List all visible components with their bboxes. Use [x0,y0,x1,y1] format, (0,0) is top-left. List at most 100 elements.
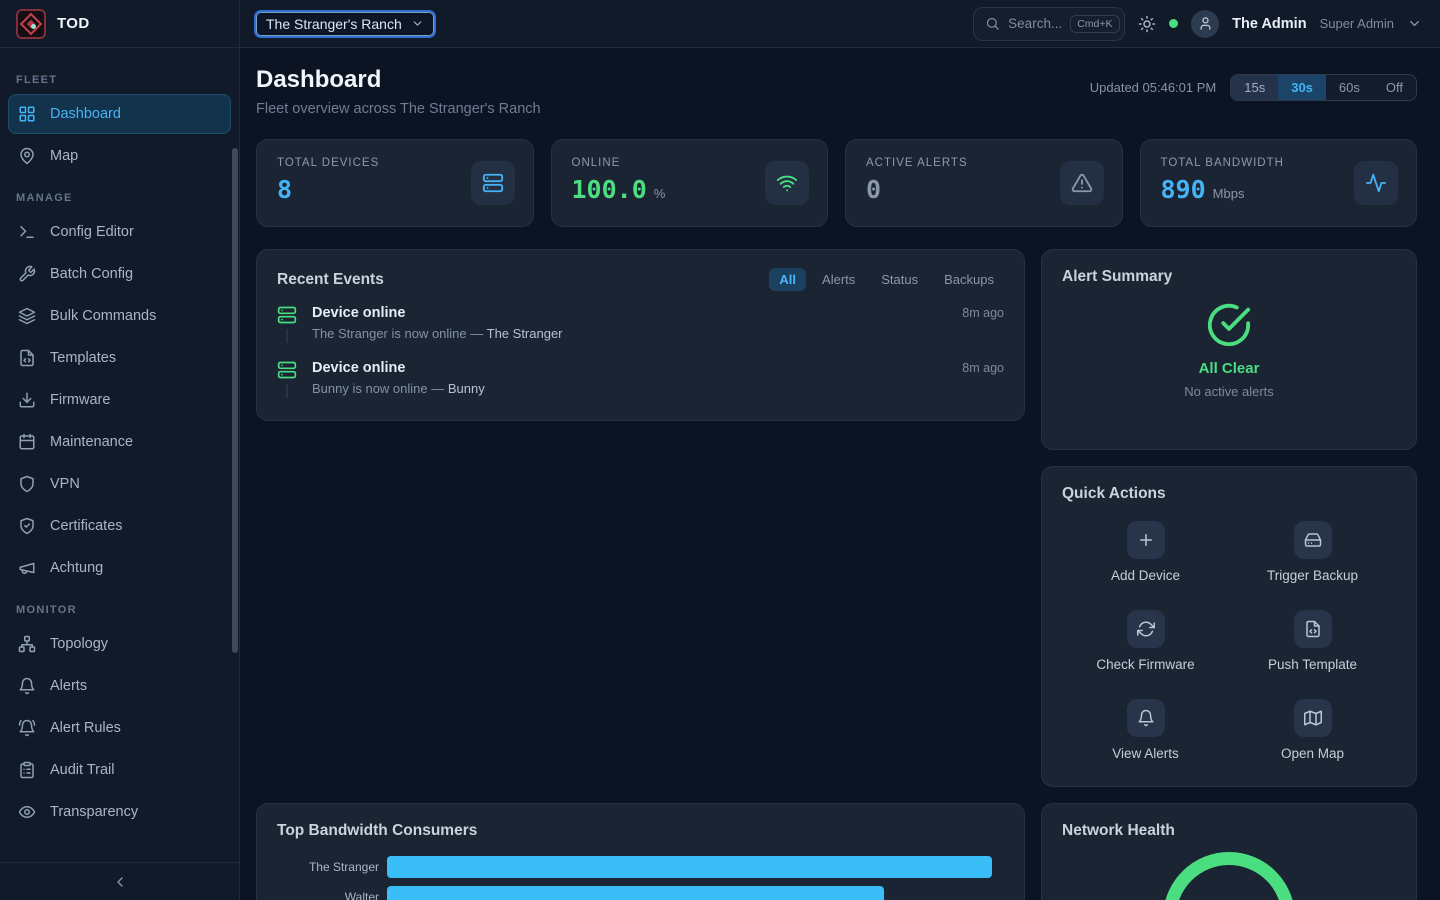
user-menu-chevron-icon[interactable] [1407,16,1422,31]
sidebar-item-transparency[interactable]: Transparency [8,792,231,832]
refresh-option-60s[interactable]: 60s [1326,75,1373,100]
sidebar-item-vpn[interactable]: VPN [8,464,231,504]
page-title: Dashboard [256,66,541,94]
app-title: TOD [57,15,90,32]
sidebar-item-label: Batch Config [50,266,133,282]
user-role: Super Admin [1320,16,1394,31]
stats-row: TOTAL DEVICES8ONLINE100.0%ACTIVE ALERTS0… [256,139,1417,227]
alert-triangle-icon [1060,161,1104,205]
sidebar-item-achtung[interactable]: Achtung [8,548,231,588]
connection-status-dot [1169,19,1178,28]
refresh-option-15s[interactable]: 15s [1231,75,1278,100]
clipboard-list-icon [18,761,36,779]
sidebar-item-firmware[interactable]: Firmware [8,380,231,420]
quick-actions-panel: Quick Actions Add Device Trigger Backup Ch… [1041,466,1417,787]
server-icon [277,305,297,325]
quick-action-check-firmware[interactable]: Check Firmware [1062,610,1229,672]
bandwidth-device-label: Walter [277,890,387,900]
map-icon [1294,699,1332,737]
server-icon [277,360,297,380]
stat-value: 100.0 [572,175,647,204]
bandwidth-bar [387,886,884,900]
bandwidth-bar [387,856,992,878]
sidebar-item-topology[interactable]: Topology [8,624,231,664]
sidebar-collapse-button[interactable] [0,862,239,900]
sidebar-item-audit-trail[interactable]: Audit Trail [8,750,231,790]
quick-action-trigger-backup[interactable]: Trigger Backup [1229,521,1396,583]
event-title: Device online [312,305,405,321]
search-input[interactable]: Search... Cmd+K [973,7,1125,41]
updated-timestamp: Updated 05:46:01 PM [1090,80,1216,95]
layout-grid-icon [18,105,36,123]
alert-summary-title: Alert Summary [1062,268,1396,286]
event-row: Device online8m agoThe Stranger is now o… [277,305,1004,360]
quick-action-open-map[interactable]: Open Map [1229,699,1396,761]
theme-toggle-button[interactable] [1138,15,1156,33]
quick-actions-title: Quick Actions [1062,485,1396,503]
stat-suffix: Mbps [1213,186,1245,201]
server-icon [471,161,515,205]
stat-card-active-alerts: ACTIVE ALERTS0 [845,139,1123,227]
event-device-name: Bunny [448,381,485,396]
avatar[interactable] [1191,10,1219,38]
stat-card-online: ONLINE100.0% [551,139,829,227]
event-filter-status[interactable]: Status [871,268,928,291]
sidebar-item-label: Config Editor [50,224,134,240]
sidebar-section-label: FLEET [0,74,239,86]
sidebar-item-dashboard[interactable]: Dashboard [8,94,231,134]
sidebar-item-templates[interactable]: Templates [8,338,231,378]
event-top: Device online 8m ago [312,305,1004,321]
sidebar-item-label: Dashboard [50,106,121,122]
activity-icon [1354,161,1398,205]
wrench-icon [18,265,36,283]
shield-check-icon [18,517,36,535]
event-filter-alerts[interactable]: Alerts [812,268,865,291]
topbar-right: Search... Cmd+K The Admin Super Admin [973,7,1440,41]
site-selector[interactable]: The Stranger's Ranch [256,12,434,36]
sidebar-item-map[interactable]: Map [8,136,231,176]
event-timeline-line [286,329,288,343]
sidebar-item-certificates[interactable]: Certificates [8,506,231,546]
page-subtitle: Fleet overview across The Stranger's Ran… [256,101,541,117]
stat-card-total-devices: TOTAL DEVICES8 [256,139,534,227]
event-row: Device online8m agoBunny is now online —… [277,360,1004,402]
hard-drive-icon [1294,521,1332,559]
sidebar-item-bulk-commands[interactable]: Bulk Commands [8,296,231,336]
event-time: 8m ago [962,306,1004,320]
tod-logo-icon [16,9,46,39]
sidebar-item-alert-rules[interactable]: Alert Rules [8,708,231,748]
refresh-option-30s[interactable]: 30s [1278,75,1326,100]
alert-summary-panel: Alert Summary All Clear No active alerts [1041,249,1417,450]
megaphone-icon [18,559,36,577]
quick-action-push-template[interactable]: Push Template [1229,610,1396,672]
quick-action-view-alerts[interactable]: View Alerts [1062,699,1229,761]
calendar-icon [18,433,36,451]
refresh-interval-control: 15s30s60sOff [1230,74,1417,101]
sidebar-scrollbar[interactable] [232,148,238,653]
sidebar-item-maintenance[interactable]: Maintenance [8,422,231,462]
event-filter-all[interactable]: All [769,268,806,291]
quick-action-label: Push Template [1268,657,1357,672]
quick-action-add-device[interactable]: Add Device [1062,521,1229,583]
chevron-down-icon [411,17,424,30]
sidebar-item-batch-config[interactable]: Batch Config [8,254,231,294]
event-time: 8m ago [962,361,1004,375]
event-body: Device online8m agoBunny is now online —… [312,360,1004,396]
event-top: Device online8m ago [312,360,1004,376]
alert-summary-detail: No active alerts [1184,384,1274,399]
bandwidth-bar-track [387,886,1004,900]
sidebar-item-label: Certificates [50,518,123,534]
file-code-icon [1294,610,1332,648]
event-filter-backups[interactable]: Backups [934,268,1004,291]
event-filters: All Alerts Status Backups [769,268,1004,291]
user-name: The Admin [1232,16,1306,32]
sidebar-item-label: Transparency [50,804,138,820]
sidebar-item-alerts[interactable]: Alerts [8,666,231,706]
network-health-panel: Network Health 100 [1041,803,1417,900]
refresh-option-off[interactable]: Off [1373,75,1416,100]
sidebar-item-config-editor[interactable]: Config Editor [8,212,231,252]
brand-area: TOD [0,0,240,47]
bandwidth-title: Top Bandwidth Consumers [277,822,1004,840]
quick-action-label: Trigger Backup [1267,568,1358,583]
sidebar: FLEETDashboardMapMANAGEConfig EditorBatc… [0,48,240,900]
